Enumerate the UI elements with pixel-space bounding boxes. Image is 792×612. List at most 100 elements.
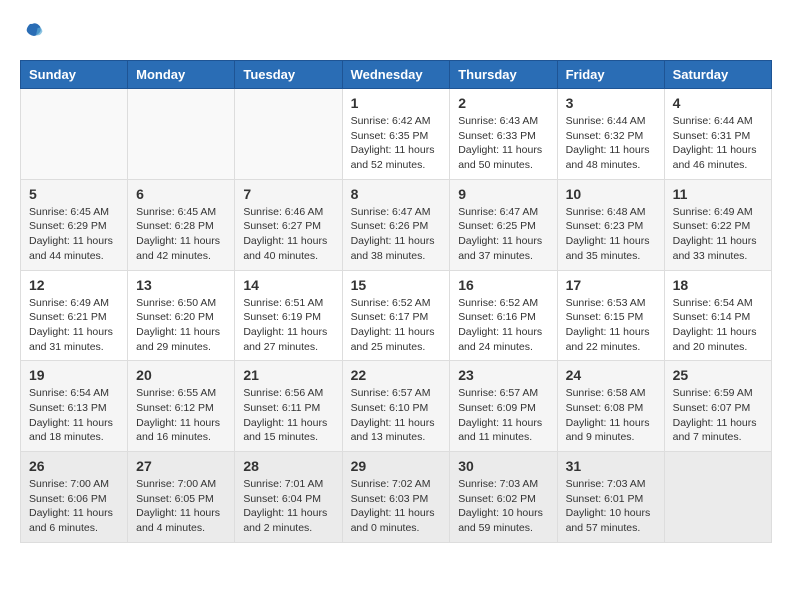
- day-number: 30: [458, 458, 548, 474]
- calendar-cell: 12 Sunrise: 6:49 AMSunset: 6:21 PMDayligh…: [21, 270, 128, 361]
- calendar-cell: 3Sunrise: 6:44 AMSunset: 6:32 PMDaylight…: [557, 89, 664, 180]
- day-info: Sunrise: 6:52 AMSunset: 6:16 PMDaylight:…: [458, 296, 548, 355]
- calendar-cell: 16 Sunrise: 6:52 AMSunset: 6:16 PMDayligh…: [450, 270, 557, 361]
- day-info: Sunrise: 7:01 AMSunset: 6:04 PMDaylight:…: [243, 477, 333, 536]
- page-header: [20, 20, 772, 44]
- calendar-cell: 15 Sunrise: 6:52 AMSunset: 6:17 PMDayligh…: [342, 270, 450, 361]
- day-info: Sunrise: 6:45 AMSunset: 6:29 PMDaylight:…: [29, 205, 119, 264]
- day-number: 22: [351, 367, 442, 383]
- day-info: Sunrise: 6:55 AMSunset: 6:12 PMDaylight:…: [136, 386, 226, 445]
- day-info: Sunrise: 7:03 AMSunset: 6:01 PMDaylight:…: [566, 477, 656, 536]
- day-number: 27: [136, 458, 226, 474]
- day-number: 18: [673, 277, 763, 293]
- calendar-cell: [664, 452, 771, 543]
- day-info: Sunrise: 6:57 AMSunset: 6:09 PMDaylight:…: [458, 386, 548, 445]
- day-info: Sunrise: 6:42 AMSunset: 6:35 PMDaylight:…: [351, 114, 442, 173]
- day-number: 14: [243, 277, 333, 293]
- day-number: 16: [458, 277, 548, 293]
- day-info: Sunrise: 6:53 AMSunset: 6:15 PMDaylight:…: [566, 296, 656, 355]
- calendar-week-5: 26 Sunrise: 7:00 AMSunset: 6:06 PMDayligh…: [21, 452, 772, 543]
- day-number: 2: [458, 95, 548, 111]
- calendar-cell: [128, 89, 235, 180]
- day-number: 19: [29, 367, 119, 383]
- calendar-cell: 1 Sunrise: 6:42 AMSunset: 6:35 PMDaylight…: [342, 89, 450, 180]
- day-info: Sunrise: 6:54 AMSunset: 6:14 PMDaylight:…: [673, 296, 763, 355]
- calendar-cell: 2 Sunrise: 6:43 AMSunset: 6:33 PMDaylight…: [450, 89, 557, 180]
- day-number: 21: [243, 367, 333, 383]
- calendar-cell: 29 Sunrise: 7:02 AMSunset: 6:03 PMDayligh…: [342, 452, 450, 543]
- day-info: Sunrise: 6:59 AMSunset: 6:07 PMDaylight:…: [673, 386, 763, 445]
- calendar-cell: 14 Sunrise: 6:51 AMSunset: 6:19 PMDayligh…: [235, 270, 342, 361]
- calendar-cell: [21, 89, 128, 180]
- day-info: Sunrise: 6:49 AMSunset: 6:21 PMDaylight:…: [29, 296, 119, 355]
- calendar-cell: 13 Sunrise: 6:50 AMSunset: 6:20 PMDayligh…: [128, 270, 235, 361]
- day-number: 3: [566, 95, 656, 111]
- column-header-tuesday: Tuesday: [235, 61, 342, 89]
- day-number: 15: [351, 277, 442, 293]
- day-info: Sunrise: 6:56 AMSunset: 6:11 PMDaylight:…: [243, 386, 333, 445]
- day-number: 6: [136, 186, 226, 202]
- calendar-table: SundayMondayTuesdayWednesdayThursdayFrid…: [20, 60, 772, 543]
- day-info: Sunrise: 6:48 AMSunset: 6:23 PMDaylight:…: [566, 205, 656, 264]
- day-info: Sunrise: 6:47 AMSunset: 6:26 PMDaylight:…: [351, 205, 442, 264]
- calendar-cell: 4 Sunrise: 6:44 AMSunset: 6:31 PMDaylight…: [664, 89, 771, 180]
- logo-icon: [20, 20, 44, 44]
- day-number: 10: [566, 186, 656, 202]
- calendar-cell: 21 Sunrise: 6:56 AMSunset: 6:11 PMDayligh…: [235, 361, 342, 452]
- calendar-cell: 17 Sunrise: 6:53 AMSunset: 6:15 PMDayligh…: [557, 270, 664, 361]
- day-number: 25: [673, 367, 763, 383]
- column-header-friday: Friday: [557, 61, 664, 89]
- day-info: Sunrise: 6:50 AMSunset: 6:20 PMDaylight:…: [136, 296, 226, 355]
- day-number: 13: [136, 277, 226, 293]
- calendar-cell: 8 Sunrise: 6:47 AMSunset: 6:26 PMDaylight…: [342, 179, 450, 270]
- day-number: 23: [458, 367, 548, 383]
- day-info: Sunrise: 6:54 AMSunset: 6:13 PMDaylight:…: [29, 386, 119, 445]
- day-info: Sunrise: 6:45 AMSunset: 6:28 PMDaylight:…: [136, 205, 226, 264]
- day-info: Sunrise: 7:03 AMSunset: 6:02 PMDaylight:…: [458, 477, 548, 536]
- column-header-wednesday: Wednesday: [342, 61, 450, 89]
- day-number: 8: [351, 186, 442, 202]
- day-number: 1: [351, 95, 442, 111]
- day-info: Sunrise: 6:51 AMSunset: 6:19 PMDaylight:…: [243, 296, 333, 355]
- day-number: 11: [673, 186, 763, 202]
- calendar-cell: 10 Sunrise: 6:48 AMSunset: 6:23 PMDayligh…: [557, 179, 664, 270]
- day-info: Sunrise: 6:49 AMSunset: 6:22 PMDaylight:…: [673, 205, 763, 264]
- calendar-cell: 27Sunrise: 7:00 AMSunset: 6:05 PMDayligh…: [128, 452, 235, 543]
- day-number: 7: [243, 186, 333, 202]
- day-number: 24: [566, 367, 656, 383]
- calendar-cell: 28 Sunrise: 7:01 AMSunset: 6:04 PMDayligh…: [235, 452, 342, 543]
- calendar-cell: 9Sunrise: 6:47 AMSunset: 6:25 PMDaylight…: [450, 179, 557, 270]
- calendar-cell: 5Sunrise: 6:45 AMSunset: 6:29 PMDaylight…: [21, 179, 128, 270]
- day-number: 31: [566, 458, 656, 474]
- calendar-cell: 31 Sunrise: 7:03 AMSunset: 6:01 PMDayligh…: [557, 452, 664, 543]
- day-number: 29: [351, 458, 442, 474]
- day-info: Sunrise: 6:43 AMSunset: 6:33 PMDaylight:…: [458, 114, 548, 173]
- day-info: Sunrise: 6:57 AMSunset: 6:10 PMDaylight:…: [351, 386, 442, 445]
- calendar-header-row: SundayMondayTuesdayWednesdayThursdayFrid…: [21, 61, 772, 89]
- day-info: Sunrise: 6:58 AMSunset: 6:08 PMDaylight:…: [566, 386, 656, 445]
- column-header-thursday: Thursday: [450, 61, 557, 89]
- calendar-cell: 30 Sunrise: 7:03 AMSunset: 6:02 PMDayligh…: [450, 452, 557, 543]
- calendar-cell: 6 Sunrise: 6:45 AMSunset: 6:28 PMDaylight…: [128, 179, 235, 270]
- day-number: 28: [243, 458, 333, 474]
- calendar-cell: 25 Sunrise: 6:59 AMSunset: 6:07 PMDayligh…: [664, 361, 771, 452]
- column-header-saturday: Saturday: [664, 61, 771, 89]
- calendar-cell: 23 Sunrise: 6:57 AMSunset: 6:09 PMDayligh…: [450, 361, 557, 452]
- day-info: Sunrise: 7:00 AMSunset: 6:06 PMDaylight:…: [29, 477, 119, 536]
- calendar-cell: 26 Sunrise: 7:00 AMSunset: 6:06 PMDayligh…: [21, 452, 128, 543]
- day-number: 26: [29, 458, 119, 474]
- day-number: 17: [566, 277, 656, 293]
- day-info: Sunrise: 6:47 AMSunset: 6:25 PMDaylight:…: [458, 205, 548, 264]
- calendar-cell: 7Sunrise: 6:46 AMSunset: 6:27 PMDaylight…: [235, 179, 342, 270]
- day-number: 12: [29, 277, 119, 293]
- logo: [20, 20, 48, 44]
- calendar-week-4: 19 Sunrise: 6:54 AMSunset: 6:13 PMDayligh…: [21, 361, 772, 452]
- day-info: Sunrise: 7:02 AMSunset: 6:03 PMDaylight:…: [351, 477, 442, 536]
- day-info: Sunrise: 6:44 AMSunset: 6:31 PMDaylight:…: [673, 114, 763, 173]
- day-info: Sunrise: 6:52 AMSunset: 6:17 PMDaylight:…: [351, 296, 442, 355]
- calendar-cell: 24 Sunrise: 6:58 AMSunset: 6:08 PMDayligh…: [557, 361, 664, 452]
- day-number: 20: [136, 367, 226, 383]
- day-number: 4: [673, 95, 763, 111]
- column-header-monday: Monday: [128, 61, 235, 89]
- calendar-week-2: 5Sunrise: 6:45 AMSunset: 6:29 PMDaylight…: [21, 179, 772, 270]
